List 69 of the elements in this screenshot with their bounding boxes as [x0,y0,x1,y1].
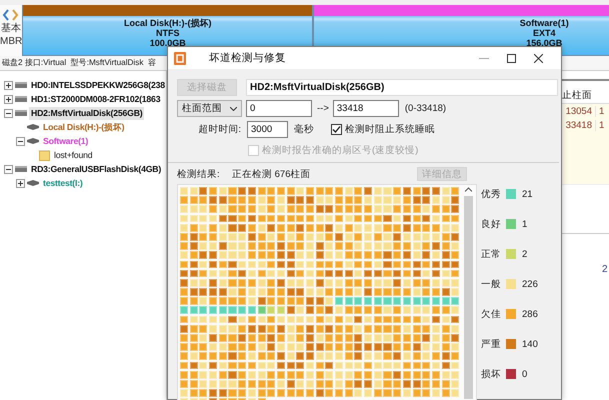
legend-count: 0 [522,368,528,380]
drive-icon [15,108,27,118]
partition-size: 100.0GB [150,38,186,48]
range-arrow: --> [317,103,329,114]
tree-item[interactable]: lost+found [52,148,94,162]
checkbox[interactable] [331,124,342,135]
scan-status: 正在检测 676柱面 [232,168,312,180]
table-row[interactable]: 33418 1 [562,118,609,132]
range-start-field[interactable]: 0 [246,100,312,117]
legend-label: 正常 [481,248,502,260]
timeout-field[interactable]: 3000 [247,121,288,138]
expand-icon[interactable] [4,94,13,104]
column-header[interactable]: 止柱面 [562,88,592,102]
expand-icon[interactable] [4,80,13,90]
range-end-field[interactable]: 33418 [332,100,399,117]
pane-text: 2 [602,264,608,275]
legend-count: 226 [522,278,538,290]
table-cell-text: 1 [598,120,604,130]
drive-icon [15,164,27,174]
range-hint: (0-33418) [404,103,446,114]
range-dropdown[interactable]: 柱面范围 [177,100,242,117]
close-icon[interactable] [534,54,543,62]
legend-count: 1 [522,218,528,230]
result-label: 检测结果: [177,168,221,180]
partition-filesystem: EXT4 [532,28,556,38]
partition-icon [27,123,39,131]
timeout-label: 超时时间: [197,123,241,136]
disk-field[interactable]: HD2:MsftVirtualDisk(256GB) [246,79,558,96]
timeout-unit: 毫秒 [294,123,315,136]
tree-item[interactable]: HD0:INTELSSDPEKKW256G8(238 [29,78,167,92]
scroll-up-icon[interactable] [465,187,472,192]
checkbox-label[interactable]: 检测时阻止系统睡眠 [345,123,435,136]
maximize-icon[interactable] [507,54,516,62]
drive-icon [15,94,27,104]
tree-item[interactable]: testtest(I:) [41,176,85,190]
legend-count: 286 [522,308,538,320]
partition-icon [27,137,39,145]
collapse-icon[interactable] [4,108,13,118]
tree-item[interactable]: HD2:MsftVirtualDisk(256GB) [29,106,144,120]
collapse-icon[interactable] [16,136,25,146]
app-icon [174,52,186,64]
caret-icon [230,106,237,110]
table-cell-text: 1 [598,106,604,116]
legend-label: 良好 [481,218,502,230]
legend-count: 140 [522,338,538,350]
expand-icon[interactable] [16,178,25,188]
collapse-icon[interactable] [4,164,13,174]
drive-icon [15,80,27,90]
partition-filesystem: NTFS [156,28,180,38]
table-row[interactable]: 13054 1 [562,104,609,118]
partition-name: Local Disk(H:)-(损坏) [124,18,212,28]
scrollbar-thumb[interactable] [464,196,474,399]
tree-item[interactable]: Software(1) [41,134,90,148]
legend-label: 优秀 [481,188,502,200]
legend-count: 21 [522,188,533,200]
disk-type-label: 基本 [1,22,22,35]
partition-icon [27,179,39,187]
legend-count: 2 [522,248,528,260]
legend-label: 欠佳 [481,308,502,320]
partition-style-label: MBR [0,35,22,48]
tree-item[interactable]: HD1:ST2000DM008-2FR102(1863 [29,92,162,106]
legend-label: 一般 [481,278,502,290]
folder-icon [39,150,50,160]
legend-label: 损坏 [481,368,502,380]
tree-item[interactable]: Local Disk(H:)-(损坏) [41,120,126,134]
partition-size: 156.0GB [526,38,562,48]
tree-item[interactable]: RD3:GeneralUSBFlashDisk(4GB) [29,162,164,176]
legend-label: 严重 [481,338,502,350]
partition-name: Software(1) [520,18,569,28]
